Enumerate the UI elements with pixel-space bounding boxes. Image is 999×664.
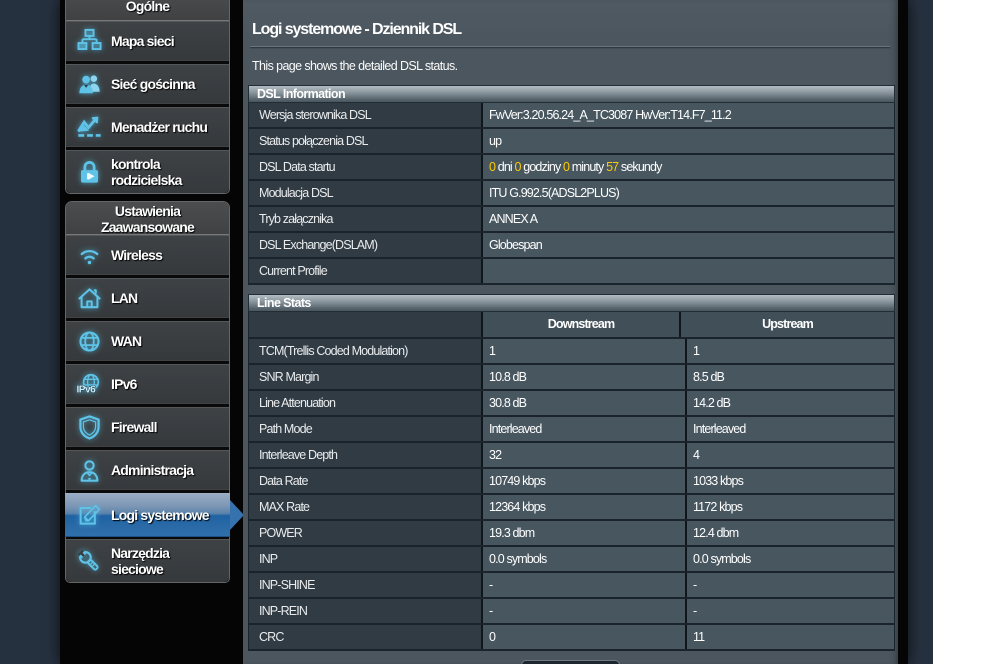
- svg-text:IPv6: IPv6: [76, 384, 96, 395]
